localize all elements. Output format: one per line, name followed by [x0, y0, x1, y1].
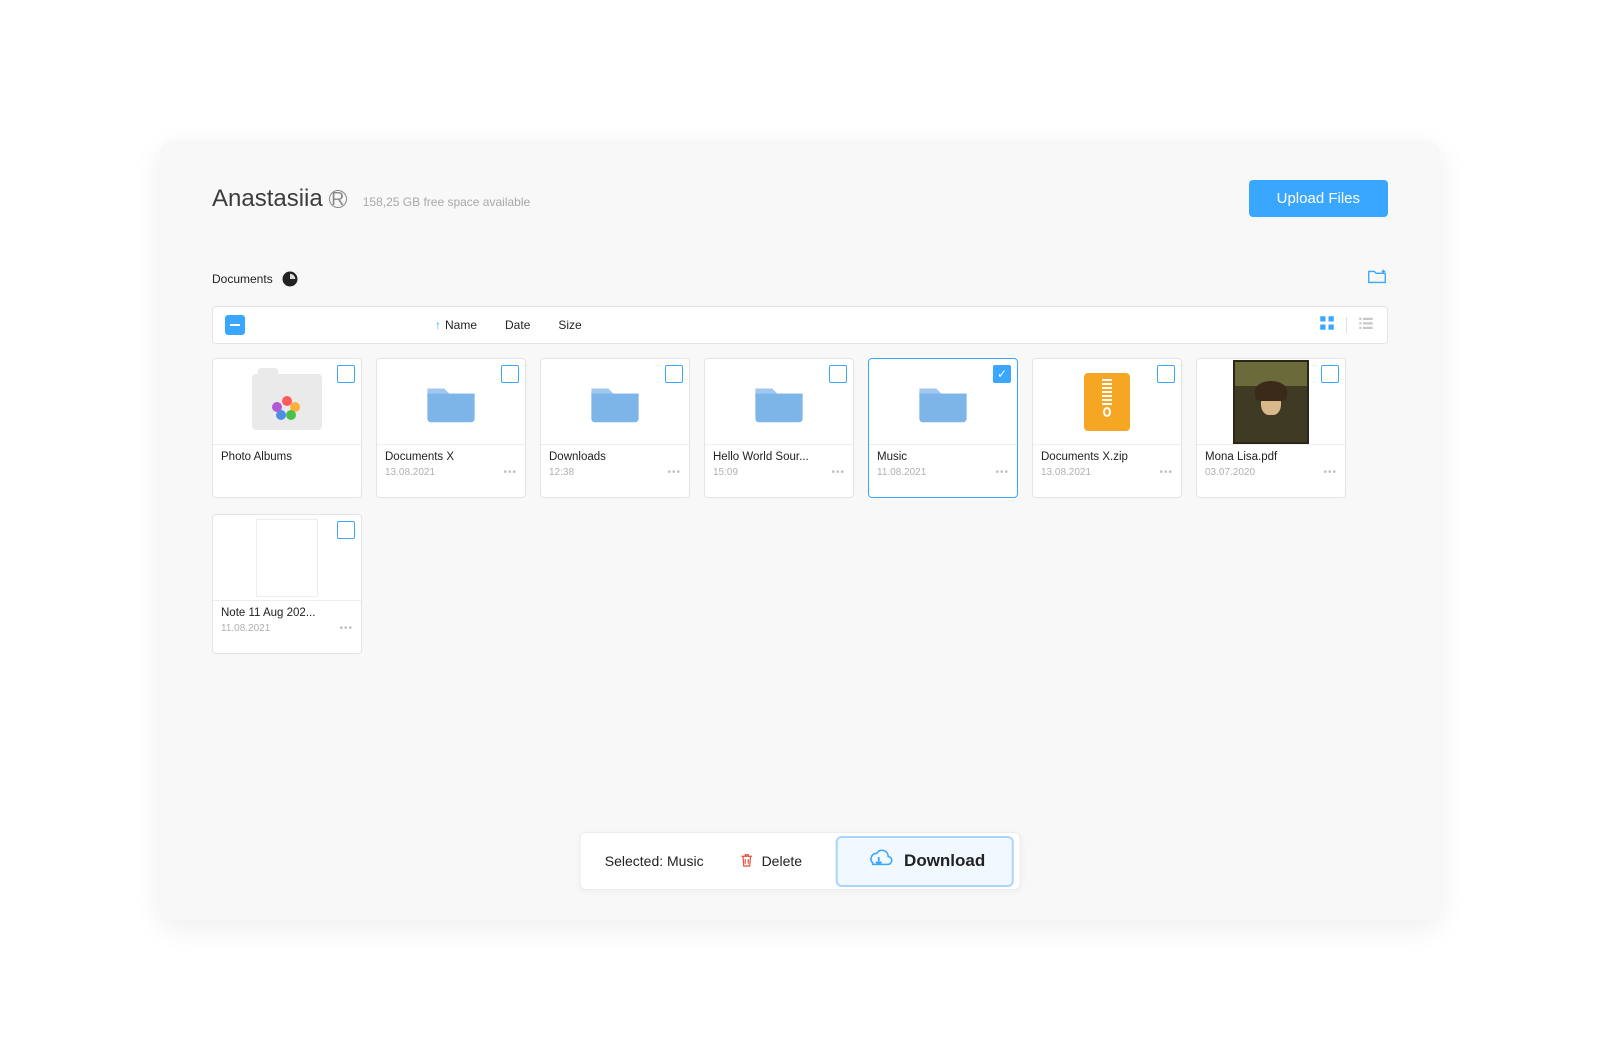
- item-checkbox[interactable]: [337, 521, 355, 539]
- breadcrumb[interactable]: Documents: [212, 270, 299, 288]
- username-text: Anastasiia: [212, 185, 323, 213]
- cloud-download-icon: [864, 848, 894, 875]
- more-icon[interactable]: •••: [831, 467, 845, 478]
- more-icon[interactable]: •••: [995, 467, 1009, 478]
- file-name: Documents X.zip: [1041, 451, 1173, 463]
- file-name: Downloads: [549, 451, 681, 463]
- file-meta: Documents X.zip 13.08.2021 •••: [1033, 445, 1181, 482]
- file-grid: Photo AlbumsDocuments X13.08.2021•••Down…: [212, 358, 1388, 654]
- download-button[interactable]: Download: [836, 836, 1013, 887]
- file-item[interactable]: Documents X 13.08.2021 •••: [376, 358, 526, 498]
- registered-badge: R: [329, 190, 347, 208]
- file-meta: Mona Lisa.pdf 03.07.2020 •••: [1197, 445, 1345, 482]
- grid-view-icon[interactable]: [1318, 314, 1336, 337]
- delete-label: Delete: [762, 853, 802, 869]
- file-date: 15:09: [713, 467, 738, 478]
- item-checkbox[interactable]: [665, 365, 683, 383]
- file-name: Music: [877, 451, 1009, 463]
- trash-icon: [738, 851, 756, 872]
- file-meta: Downloads 12:38 •••: [541, 445, 689, 482]
- sort-by-date[interactable]: Date: [505, 318, 530, 332]
- file-meta: Note 11 Aug 202... 11.08.2021 •••: [213, 601, 361, 638]
- file-meta: Documents X 13.08.2021 •••: [377, 445, 525, 482]
- sort-by-name[interactable]: ↑ Name: [435, 318, 477, 332]
- download-label: Download: [904, 851, 985, 871]
- file-item[interactable]: Music 11.08.2021 •••: [868, 358, 1018, 498]
- toolbar: ↑ Name Date Size: [212, 306, 1388, 344]
- file-item[interactable]: Documents X.zip 13.08.2021 •••: [1032, 358, 1182, 498]
- item-checkbox[interactable]: [501, 365, 519, 383]
- free-space-text: 158,25 GB free space available: [363, 195, 530, 209]
- file-name: Note 11 Aug 202...: [221, 607, 353, 619]
- header-left: Anastasiia R 158,25 GB free space availa…: [212, 185, 530, 213]
- breadcrumb-label: Documents: [212, 272, 273, 286]
- selected-prefix: Selected:: [605, 853, 667, 869]
- sort-arrow-up-icon: ↑: [435, 318, 441, 332]
- file-name: Documents X: [385, 451, 517, 463]
- documents-icon: [281, 270, 299, 288]
- item-checkbox[interactable]: [337, 365, 355, 383]
- sort-by-size[interactable]: Size: [558, 318, 581, 332]
- file-item[interactable]: Hello World Sour... 15:09 •••: [704, 358, 854, 498]
- file-item[interactable]: Note 11 Aug 202... 11.08.2021 •••: [212, 514, 362, 654]
- more-icon[interactable]: •••: [1323, 467, 1337, 478]
- username: Anastasiia R: [212, 185, 347, 213]
- file-name: Photo Albums: [221, 451, 353, 463]
- item-checkbox[interactable]: [829, 365, 847, 383]
- select-all-toggle[interactable]: [225, 315, 245, 335]
- file-date: 12:38: [549, 467, 574, 478]
- breadcrumb-row: Documents: [212, 265, 1388, 292]
- app-window: Anastasiia R 158,25 GB free space availa…: [160, 140, 1440, 920]
- more-icon[interactable]: •••: [1159, 467, 1173, 478]
- view-separator: [1346, 317, 1347, 333]
- more-icon[interactable]: •••: [339, 623, 353, 634]
- delete-button[interactable]: Delete: [728, 843, 812, 880]
- sort-columns: ↑ Name Date Size: [435, 318, 582, 332]
- more-icon[interactable]: •••: [667, 467, 681, 478]
- file-date: 13.08.2021: [1041, 467, 1091, 478]
- file-date: 03.07.2020: [1205, 467, 1255, 478]
- selected-text: Selected: Music: [605, 853, 704, 869]
- item-checkbox[interactable]: [993, 365, 1011, 383]
- file-name: Mona Lisa.pdf: [1205, 451, 1337, 463]
- item-checkbox[interactable]: [1157, 365, 1175, 383]
- selected-name: Music: [667, 853, 704, 869]
- upload-files-button[interactable]: Upload Files: [1249, 180, 1388, 217]
- more-icon[interactable]: •••: [503, 467, 517, 478]
- file-meta: Music 11.08.2021 •••: [869, 445, 1017, 482]
- selection-action-bar: Selected: Music Delete Download: [580, 832, 1021, 890]
- file-meta: Photo Albums: [213, 445, 361, 467]
- file-item[interactable]: Mona Lisa.pdf 03.07.2020 •••: [1196, 358, 1346, 498]
- header: Anastasiia R 158,25 GB free space availa…: [212, 180, 1388, 217]
- file-name: Hello World Sour...: [713, 451, 845, 463]
- sort-name-label: Name: [445, 318, 477, 332]
- item-checkbox[interactable]: [1321, 365, 1339, 383]
- file-meta: Hello World Sour... 15:09 •••: [705, 445, 853, 482]
- new-folder-icon[interactable]: [1366, 265, 1388, 292]
- file-date: 11.08.2021: [221, 623, 270, 634]
- list-view-icon[interactable]: [1357, 314, 1375, 337]
- file-date: 13.08.2021: [385, 467, 435, 478]
- file-date: 11.08.2021: [877, 467, 926, 478]
- view-switch: [1318, 314, 1375, 337]
- file-item[interactable]: Downloads 12:38 •••: [540, 358, 690, 498]
- file-item[interactable]: Photo Albums: [212, 358, 362, 498]
